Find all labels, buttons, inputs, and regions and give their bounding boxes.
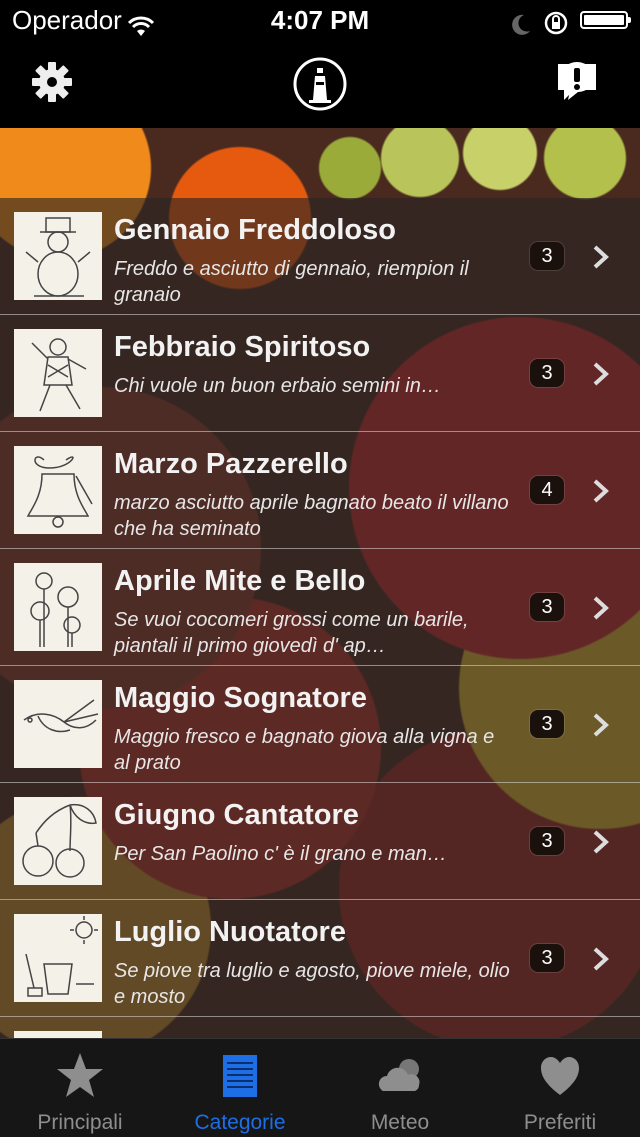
navigation-bar: [0, 40, 640, 128]
count-badge: 3: [530, 593, 564, 621]
chevron-right-icon: [592, 361, 610, 392]
tab-label: Categorie: [194, 1111, 286, 1134]
count-badge: 3: [530, 944, 564, 972]
item-subtitle: Se vuoi cocomeri grossi come un barile, …: [114, 609, 469, 657]
star-icon: [55, 1051, 105, 1106]
tab-principali[interactable]: Principali: [0, 1039, 160, 1137]
tab-label: Meteo: [370, 1111, 430, 1134]
item-subtitle: Chi vuole un buon erbaio semini in…: [114, 375, 441, 397]
tab-meteo[interactable]: Meteo: [320, 1039, 480, 1137]
item-title: Marzo Pazzerello: [114, 448, 348, 480]
item-subtitle: marzo asciutto aprile bagnato beato il v…: [114, 492, 509, 540]
status-bar: Operador 4:07 PM: [0, 0, 640, 40]
partial-thumbnail: [14, 1031, 102, 1038]
count-badge: 3: [530, 827, 564, 855]
list-item[interactable]: Maggio Sognatore Maggio fresco e bagnato…: [0, 666, 640, 783]
chevron-right-icon: [592, 829, 610, 860]
list-item[interactable]: Febbraio Spiritoso Chi vuole un buon erb…: [0, 315, 640, 432]
list-icon: [215, 1051, 265, 1106]
item-subtitle: Freddo e asciutto di gennaio, riempion i…: [114, 258, 469, 306]
heart-icon: [535, 1051, 585, 1106]
content-area: Gennaio Freddoloso Freddo e asciutto di …: [0, 128, 640, 1038]
list-item-partial[interactable]: [0, 1017, 640, 1038]
item-subtitle: Maggio fresco e bagnato giova alla vigna…: [114, 726, 495, 774]
tab-categorie[interactable]: Categorie: [160, 1039, 320, 1137]
chevron-right-icon: [592, 595, 610, 626]
flowers-thumbnail: [14, 563, 102, 651]
item-title: Febbraio Spiritoso: [114, 331, 371, 363]
tab-label: Principali: [37, 1111, 123, 1134]
count-badge: 3: [530, 242, 564, 270]
alert-bubble-icon[interactable]: [554, 60, 600, 109]
list-item[interactable]: Luglio Nuotatore Se piove tra luglio e a…: [0, 900, 640, 1017]
list-item[interactable]: Marzo Pazzerello marzo asciutto aprile b…: [0, 432, 640, 549]
count-badge: 3: [530, 359, 564, 387]
chevron-right-icon: [592, 946, 610, 977]
gear-icon[interactable]: [30, 60, 74, 109]
bell-thumbnail: [14, 446, 102, 534]
item-subtitle: Se piove tra luglio e agosto, piove miel…: [114, 960, 510, 1008]
count-badge: 4: [530, 476, 564, 504]
harlequin-thumbnail: [14, 329, 102, 417]
list-item[interactable]: Aprile Mite e Bello Se vuoi cocomeri gro…: [0, 549, 640, 666]
count-badge: 3: [530, 710, 564, 738]
item-title: Maggio Sognatore: [114, 682, 367, 714]
chevron-right-icon: [592, 478, 610, 509]
item-title: Aprile Mite e Bello: [114, 565, 366, 597]
list-item[interactable]: Gennaio Freddoloso Freddo e asciutto di …: [0, 198, 640, 315]
beach-toys-thumbnail: [14, 914, 102, 1002]
cloud-icon: [375, 1051, 425, 1106]
swallow-thumbnail: [14, 680, 102, 768]
tab-preferiti[interactable]: Preferiti: [480, 1039, 640, 1137]
cherries-thumbnail: [14, 797, 102, 885]
item-title: Giugno Cantatore: [114, 799, 359, 831]
chevron-right-icon: [592, 244, 610, 275]
list-item[interactable]: Giugno Cantatore Per San Paolino c' è il…: [0, 783, 640, 900]
tab-bar: Principali Categorie Meteo Preferiti: [0, 1038, 640, 1137]
item-title: Luglio Nuotatore: [114, 916, 346, 948]
item-subtitle: Per San Paolino c' è il grano e man…: [114, 843, 447, 865]
chevron-right-icon: [592, 712, 610, 743]
lighthouse-icon[interactable]: [292, 56, 348, 117]
snowman-thumbnail: [14, 212, 102, 300]
battery-icon: [580, 11, 631, 29]
item-title: Gennaio Freddoloso: [114, 214, 396, 246]
tab-label: Preferiti: [523, 1111, 597, 1134]
category-list: Gennaio Freddoloso Freddo e asciutto di …: [0, 198, 640, 1038]
